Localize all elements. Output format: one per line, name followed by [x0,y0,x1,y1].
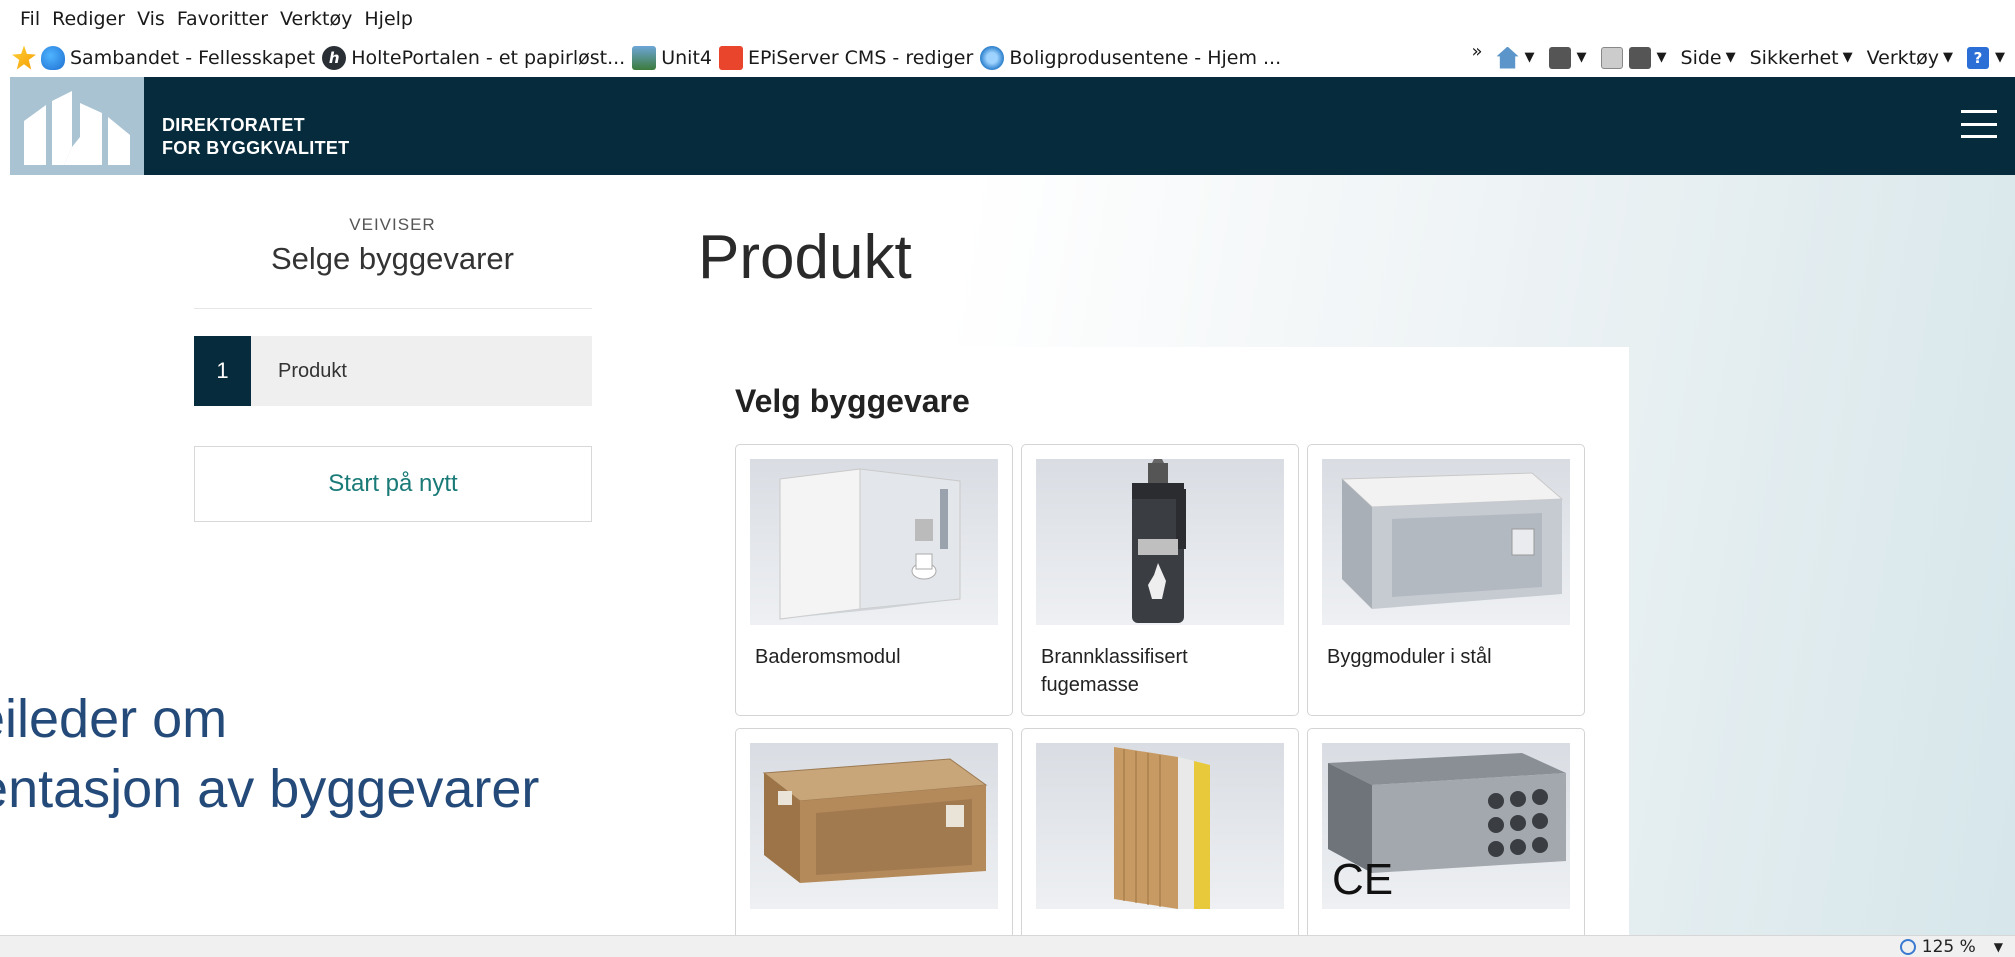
zoom-control[interactable]: 125 % ▼ [1899,937,2003,957]
step-label: Produkt [278,359,347,382]
hamburger-icon-bar [1961,135,1997,138]
favorite-label: Sambandet - Fellesskapet [70,46,316,69]
print-dropdown-icon[interactable]: ▼ [1657,50,1667,65]
background-heading-line1: veileder om [0,689,228,749]
home-dropdown-icon[interactable]: ▼ [1525,50,1535,65]
browser-menubar: Fil Rediger Vis Favoritter Verktøy Hjelp [0,0,2015,38]
menu-tools[interactable]: Verktøy [280,8,352,30]
step-number: 1 [194,336,251,406]
product-selection-panel: Velg byggevare Baderomsmodul Brannklassi… [698,347,1629,957]
menu-help[interactable]: Hjelp [364,8,413,30]
favorite-label: Boligprodusentene - Hjem ... [1009,46,1282,69]
guide-title: Selge byggevarer [271,241,514,276]
chevron-down-icon: ▼ [1943,50,1953,65]
unit4-icon [632,45,657,70]
menu-view[interactable]: Vis [137,8,165,30]
help-dropdown-icon[interactable]: ▼ [1995,50,2005,65]
menu-file[interactable]: Fil [20,8,40,30]
menu-favorites[interactable]: Favoritter [177,8,268,30]
favorite-label: Unit4 [661,46,712,69]
favorite-label: EPiServer CMS - rediger [748,46,974,69]
cloud-icon [41,45,65,70]
bathroom-module-image [750,459,998,625]
site-header: DIREKTORATET FOR BYGGKVALITET [10,77,2015,175]
guide-divider [194,308,592,309]
page-menu[interactable]: Side [1681,47,1722,69]
chevron-down-icon: ▼ [1842,50,1853,65]
print-icon[interactable] [1628,46,1651,69]
favorite-holteportalen[interactable]: h HoltePortalen - et papirløst... [322,45,626,70]
product-card-steel-module[interactable]: Byggmoduler i stål [1307,444,1585,716]
zoom-icon [1899,939,1916,955]
page-title: Produkt [698,223,912,292]
chevron-down-icon: ▼ [1725,50,1736,65]
browser-statusbar: 125 % ▼ [0,935,2015,957]
help-icon[interactable]: ? [1967,46,1989,69]
overflow-chevron-icon[interactable]: » [1472,41,1483,62]
episerver-icon [719,45,743,70]
tools-menu[interactable]: Verktøy [1867,47,1939,69]
guide-step-product[interactable]: 1 Produkt [194,336,592,406]
feed-dropdown-icon[interactable]: ▼ [1577,50,1587,65]
organization-name[interactable]: DIREKTORATET FOR BYGGKVALITET [162,114,349,160]
ie-page-icon [980,45,1005,70]
logo-mark-icon [24,91,130,165]
favorites-star-icon[interactable] [12,45,36,70]
product-name: Byggmoduler i stål [1327,646,1492,668]
favorite-episerver[interactable]: EPiServer CMS - rediger [719,45,974,70]
hamburger-icon-bar [1961,122,1997,126]
guide-kicker: VEIVISER [349,215,436,234]
guide-panel: VEIVISER Selge byggevarer 1 Produkt Star… [166,175,619,563]
rss-feed-icon[interactable] [1548,46,1571,69]
wood-module-image [750,743,998,909]
organization-name-line1: DIREKTORATET [162,115,305,135]
favorite-label: HoltePortalen - et papirløst... [351,46,626,69]
product-card-fire-sealant[interactable]: Brannklassifisert fugemasse [1021,444,1299,716]
ce-mark: CE [1332,855,1394,904]
background-heading-line2: nentasjon av byggevarer [0,759,540,819]
favorite-sambandet[interactable]: Sambandet - Fellesskapet [41,45,316,70]
dibk-logo[interactable] [10,77,144,175]
security-menu[interactable]: Sikkerhet [1750,47,1839,69]
chevron-down-icon: ▼ [1993,940,2003,954]
holte-icon: h [322,45,347,70]
product-card-bathroom-module[interactable]: Baderomsmodul [735,444,1013,716]
product-name: Baderomsmodul [755,646,901,668]
product-card-hollowcore-slab[interactable]: CE [1307,728,1585,957]
command-bar: » ▼ ▼ ▼ Side ▼ Sikkerhet ▼ Verktøy ▼ ? ▼ [1472,38,2005,77]
favorite-unit4[interactable]: Unit4 [632,45,712,70]
product-card-wood-module[interactable] [735,728,1013,957]
home-icon[interactable] [1496,46,1519,69]
mail-icon[interactable] [1600,46,1623,69]
zoom-level: 125 % [1921,937,1976,957]
main-menu-button[interactable] [1961,110,1997,138]
menu-edit[interactable]: Rediger [52,8,125,30]
product-name: Brannklassifisert fugemasse [1041,646,1188,696]
background-heading: veileder om nentasjon av byggevarer [0,684,539,824]
product-card-wall-element[interactable] [1021,728,1299,957]
sealant-tube-image [1036,459,1284,625]
favorite-boligprodusentene[interactable]: Boligprodusentene - Hjem ... [980,45,1282,70]
organization-name-line2: FOR BYGGKVALITET [162,138,350,158]
hollowcore-slab-image: CE [1322,743,1570,909]
hamburger-icon [1961,110,1997,113]
panel-title: Velg byggevare [735,383,970,419]
steel-module-image [1322,459,1570,625]
wall-element-image [1036,743,1284,909]
restart-button[interactable]: Start på nytt [194,446,592,522]
